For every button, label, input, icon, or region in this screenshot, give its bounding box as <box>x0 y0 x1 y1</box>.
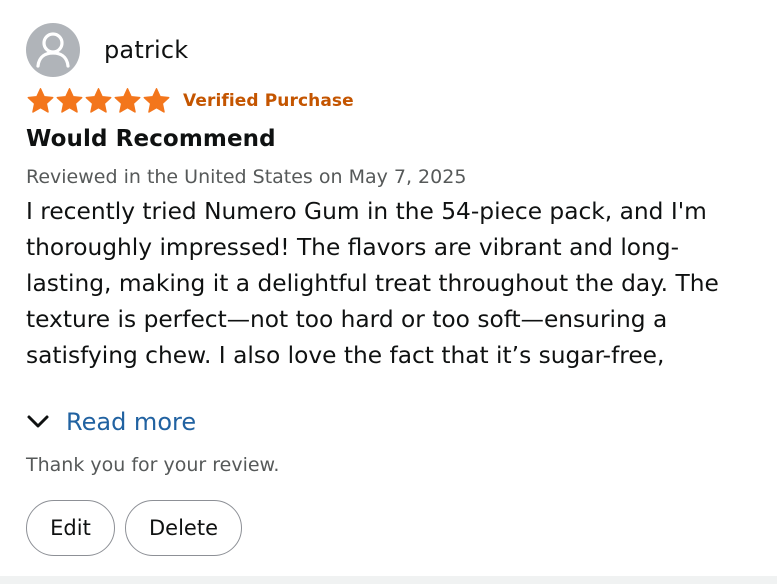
review-card: patrick Verified Purchase Would Recommen… <box>26 22 756 374</box>
review-title: Would Recommend <box>26 126 276 152</box>
avatar[interactable] <box>26 23 80 77</box>
chevron-down-icon <box>26 414 50 430</box>
bottom-divider <box>0 576 777 584</box>
star-icon <box>84 87 113 115</box>
edit-button[interactable]: Edit <box>26 500 115 556</box>
delete-button[interactable]: Delete <box>125 500 242 556</box>
verified-purchase-badge: Verified Purchase <box>183 91 354 111</box>
read-more-label[interactable]: Read more <box>66 408 196 436</box>
rating-row: Verified Purchase <box>26 86 756 116</box>
reviewer-profile[interactable]: patrick <box>26 22 756 78</box>
read-more-toggle[interactable]: Read more <box>26 408 196 436</box>
star-icon <box>142 87 171 115</box>
person-icon <box>36 32 70 68</box>
reviewer-name[interactable]: patrick <box>104 36 188 64</box>
star-icon <box>26 87 55 115</box>
review-body: I recently tried Numero Gum in the 54-pi… <box>26 198 719 369</box>
review-meta: Reviewed in the United States on May 7, … <box>26 166 467 188</box>
review-actions: Edit Delete <box>26 500 242 556</box>
star-rating[interactable] <box>26 87 171 115</box>
star-icon <box>55 87 84 115</box>
thank-you-message: Thank you for your review. <box>26 454 280 476</box>
star-icon <box>113 87 142 115</box>
